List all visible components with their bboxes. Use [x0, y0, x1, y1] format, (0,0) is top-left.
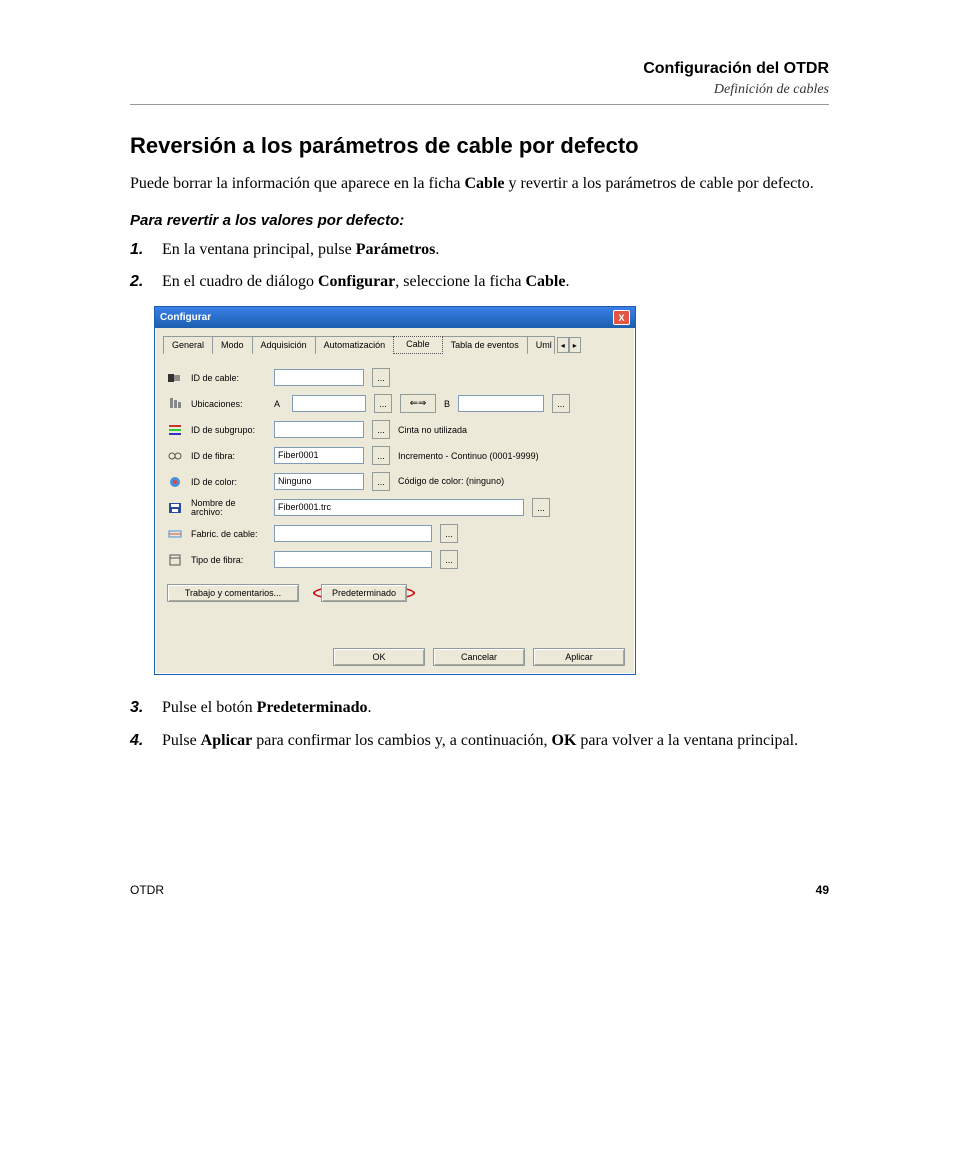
tab-adquisicion[interactable]: Adquisición	[252, 336, 316, 354]
subgroup-icon	[167, 424, 183, 436]
footer-left: OTDR	[130, 883, 164, 897]
step-4: 4.Pulse Aplicar para confirmar los cambi…	[130, 730, 829, 753]
footer-page-number: 49	[816, 883, 829, 897]
configurar-dialog: Configurar X General Modo Adquisición Au…	[154, 306, 636, 675]
tab-strip: General Modo Adquisición Automatización …	[155, 328, 635, 354]
step-3: 3.Pulse el botón Predeterminado.	[130, 697, 829, 720]
page-footer: OTDR 49	[130, 883, 829, 897]
step-number: 2.	[130, 271, 162, 294]
filename-browse[interactable]: ...	[532, 498, 550, 517]
aplicar-button[interactable]: Aplicar	[533, 648, 625, 666]
procedure-subheading: Para revertir a los valores por defecto:	[130, 212, 829, 229]
location-b-input[interactable]	[458, 395, 544, 412]
fabric-label: Fabric. de cable:	[191, 529, 266, 539]
step-number: 4.	[130, 730, 162, 753]
steps-list-bottom: 3.Pulse el botón Predeterminado. 4.Pulse…	[130, 697, 829, 752]
tab-scroll-right[interactable]: ▸	[569, 337, 581, 353]
locations-label: Ubicaciones:	[191, 399, 266, 409]
fiber-type-icon	[167, 554, 183, 566]
dialog-titlebar[interactable]: Configurar X	[155, 307, 635, 328]
color-id-browse[interactable]: ...	[372, 472, 390, 491]
fiber-type-browse[interactable]: ...	[440, 550, 458, 569]
intro-text-1: Puede borrar la información que aparece …	[130, 175, 465, 192]
incremento-info: Incremento - Continuo (0001-9999)	[398, 451, 539, 461]
subgroup-browse[interactable]: ...	[372, 420, 390, 439]
tab-modo[interactable]: Modo	[212, 336, 253, 354]
swap-locations-button[interactable]: ⇐⇒	[400, 394, 436, 413]
dialog-button-row: OK Cancelar Aplicar	[155, 612, 635, 674]
cable-id-icon	[167, 372, 183, 384]
close-icon: X	[618, 313, 624, 323]
fiber-type-input[interactable]	[274, 551, 432, 568]
step-number: 3.	[130, 697, 162, 720]
tab-scroll-left[interactable]: ◂	[557, 337, 569, 353]
tab-automatizacion[interactable]: Automatización	[315, 336, 395, 354]
location-a-label: A	[274, 399, 284, 409]
section-title: Reversión a los parámetros de cable por …	[130, 133, 829, 159]
predeterminado-button[interactable]: Predeterminado	[321, 584, 407, 602]
location-b-browse[interactable]: ...	[552, 394, 570, 413]
step-number: 1.	[130, 239, 162, 262]
filename-label: Nombre de archivo:	[191, 499, 266, 517]
filename-input[interactable]: Fiber0001.trc	[274, 499, 524, 516]
intro-paragraph: Puede borrar la información que aparece …	[130, 173, 829, 196]
steps-list-top: 1.En la ventana principal, pulse Parámet…	[130, 239, 829, 294]
subgroup-input[interactable]	[274, 421, 364, 438]
fiber-id-label: ID de fibra:	[191, 451, 266, 461]
color-id-icon	[167, 476, 183, 488]
locations-icon	[167, 398, 183, 410]
header-subtitle: Definición de cables	[130, 82, 829, 98]
close-button[interactable]: X	[613, 310, 630, 325]
location-a-browse[interactable]: ...	[374, 394, 392, 413]
step-1: 1.En la ventana principal, pulse Parámet…	[130, 239, 829, 262]
save-icon	[167, 502, 183, 514]
tab-umb[interactable]: Uml	[527, 336, 555, 354]
ok-button[interactable]: OK	[333, 648, 425, 666]
intro-text-2: y revertir a los parámetros de cable por…	[505, 175, 814, 192]
tab-tabla-eventos[interactable]: Tabla de eventos	[442, 336, 528, 354]
header-title: Configuración del OTDR	[130, 60, 829, 78]
fiber-id-icon	[167, 450, 183, 462]
page-header: Configuración del OTDR Definición de cab…	[130, 60, 829, 105]
tab-general[interactable]: General	[163, 336, 213, 354]
cinta-info: Cinta no utilizada	[398, 425, 467, 435]
cable-id-input[interactable]	[274, 369, 364, 386]
fiber-id-input[interactable]: Fiber0001	[274, 447, 364, 464]
trabajo-comentarios-button[interactable]: Trabajo y comentarios...	[167, 584, 299, 602]
tab-cable[interactable]: Cable	[393, 336, 443, 354]
form-area: ID de cable: ... Ubicaciones: A ... ⇐⇒ B…	[155, 354, 635, 612]
dialog-title: Configurar	[160, 312, 211, 323]
swap-arrows-icon: ⇐⇒	[410, 398, 427, 409]
predeterminado-highlight: Predeterminado	[313, 585, 415, 601]
fabric-input[interactable]	[274, 525, 432, 542]
color-id-input[interactable]: Ninguno	[274, 473, 364, 490]
tab-scroller: ◂ ▸	[557, 336, 581, 354]
cancel-button[interactable]: Cancelar	[433, 648, 525, 666]
intro-bold-1: Cable	[465, 175, 505, 192]
step-2: 2.En el cuadro de diálogo Configurar, se…	[130, 271, 829, 294]
subgroup-label: ID de subgrupo:	[191, 425, 266, 435]
fabric-browse[interactable]: ...	[440, 524, 458, 543]
cable-id-browse[interactable]: ...	[372, 368, 390, 387]
location-a-input[interactable]	[292, 395, 366, 412]
location-b-label: B	[444, 399, 450, 409]
fiber-type-label: Tipo de fibra:	[191, 555, 266, 565]
color-id-label: ID de color:	[191, 477, 266, 487]
fabric-icon	[167, 528, 183, 540]
cable-id-label: ID de cable:	[191, 373, 266, 383]
codigo-color-info: Código de color: (ninguno)	[398, 477, 504, 486]
fiber-id-browse[interactable]: ...	[372, 446, 390, 465]
